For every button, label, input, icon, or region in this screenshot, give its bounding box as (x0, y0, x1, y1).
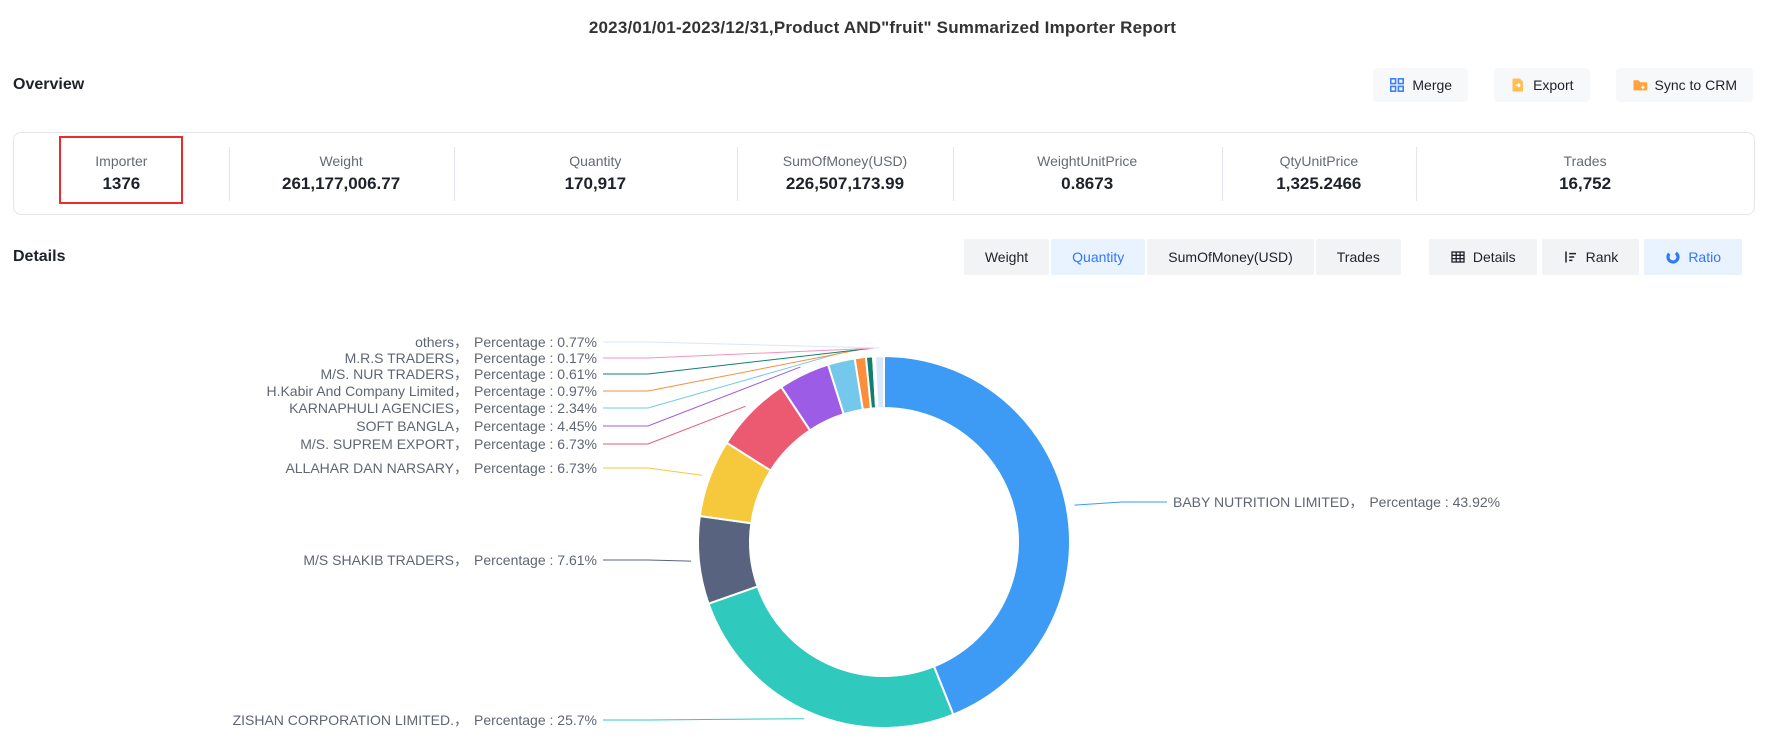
stat-label: SumOfMoney(USD) (783, 153, 907, 169)
chart-label-3: ALLAHAR DAN NARSARY，Percentage : 6.73% (285, 458, 597, 478)
stat-quantity: Quantity 170,917 (454, 133, 738, 214)
tab-details-label: Details (1473, 249, 1516, 265)
overview-header: Overview Merge Export Sync to CRM (13, 68, 1753, 102)
chart-label-4: M/S. SUPREM EXPORT，Percentage : 6.73% (300, 434, 597, 454)
importer-ratio-donut-chart: BABY NUTRITION LIMITED，Percentage : 43.9… (0, 280, 1765, 741)
tab-ratio-label: Ratio (1688, 249, 1721, 265)
label-line-3 (603, 468, 702, 475)
donut-chart-svg (0, 280, 1765, 741)
stat-qty-unit-price: QtyUnitPrice 1,325.2466 (1222, 133, 1417, 214)
label-line-2 (603, 560, 691, 561)
stat-value: 170,917 (565, 174, 626, 194)
sync-crm-icon (1632, 77, 1648, 93)
view-tab-group: Details Rank Ratio (1429, 239, 1742, 275)
tab-rank-label: Rank (1586, 249, 1619, 265)
donut-slice-zishan-corporation-limited[interactable] (709, 586, 954, 728)
export-icon (1510, 77, 1526, 93)
details-header: Details Weight Quantity SumOfMoney(USD) … (13, 239, 1742, 275)
stat-weight-unit-price: WeightUnitPrice 0.8673 (953, 133, 1222, 214)
donut-slice-m-s-shakib-traders[interactable] (698, 516, 758, 604)
label-line-1 (603, 719, 804, 720)
chart-label-5: SOFT BANGLA，Percentage : 4.45% (356, 416, 597, 436)
stat-trades: Trades 16,752 (1416, 133, 1754, 214)
merge-button-label: Merge (1412, 77, 1452, 93)
label-line-0 (1074, 502, 1167, 505)
donut-slice-others[interactable] (875, 356, 884, 408)
chart-label-0: BABY NUTRITION LIMITED，Percentage : 43.9… (1173, 492, 1500, 512)
export-button[interactable]: Export (1494, 68, 1589, 102)
chart-label-10: others，Percentage : 0.77% (415, 332, 597, 352)
tab-trades[interactable]: Trades (1316, 239, 1401, 275)
donut-icon (1665, 249, 1681, 265)
tab-quantity[interactable]: Quantity (1051, 239, 1145, 275)
stat-value: 226,507,173.99 (786, 174, 904, 194)
report-page: 2023/01/01-2023/12/31,Product AND"fruit"… (0, 0, 1765, 741)
merge-icon (1389, 77, 1405, 93)
stat-weight: Weight 261,177,006.77 (229, 133, 454, 214)
rank-icon (1563, 249, 1579, 265)
stat-sum-of-money: SumOfMoney(USD) 226,507,173.99 (737, 133, 953, 214)
export-button-label: Export (1533, 77, 1573, 93)
stat-value: 16,752 (1559, 174, 1611, 194)
tab-details-view[interactable]: Details (1429, 239, 1537, 275)
stat-label: Weight (319, 153, 362, 169)
stat-label: Trades (1564, 153, 1607, 169)
tab-ratio-view[interactable]: Ratio (1644, 239, 1742, 275)
stat-label: Importer (95, 153, 147, 169)
overview-heading: Overview (13, 76, 84, 94)
merge-button[interactable]: Merge (1373, 68, 1468, 102)
chart-label-6: KARNAPHULI AGENCIES，Percentage : 2.34% (289, 398, 597, 418)
stat-label: WeightUnitPrice (1037, 153, 1137, 169)
stat-value: 1,325.2466 (1276, 174, 1361, 194)
action-buttons: Merge Export Sync to CRM (1373, 68, 1753, 102)
sync-to-crm-button-label: Sync to CRM (1655, 77, 1737, 93)
tab-weight[interactable]: Weight (964, 239, 1049, 275)
chart-label-2: M/S SHAKIB TRADERS，Percentage : 7.61% (303, 550, 597, 570)
stat-value: 0.8673 (1061, 174, 1113, 194)
sync-to-crm-button[interactable]: Sync to CRM (1616, 68, 1753, 102)
stat-importer: Importer 1376 (14, 133, 229, 214)
stat-label: QtyUnitPrice (1280, 153, 1359, 169)
stat-value: 1376 (102, 174, 140, 194)
chart-label-1: ZISHAN CORPORATION LIMITED.，Percentage :… (233, 710, 597, 730)
stat-value: 261,177,006.77 (282, 174, 400, 194)
stat-label: Quantity (569, 153, 621, 169)
details-heading: Details (13, 248, 65, 266)
table-icon (1450, 249, 1466, 265)
overview-stats-card: Importer 1376 Weight 261,177,006.77 Quan… (13, 132, 1755, 215)
label-line-4 (603, 406, 745, 444)
tab-sum-of-money[interactable]: SumOfMoney(USD) (1147, 239, 1313, 275)
tab-rank-view[interactable]: Rank (1542, 239, 1640, 275)
label-line-10 (603, 342, 879, 348)
page-title: 2023/01/01-2023/12/31,Product AND"fruit"… (0, 0, 1765, 38)
metric-tab-group: Weight Quantity SumOfMoney(USD) Trades (964, 239, 1401, 275)
donut-slice-baby-nutrition-limited[interactable] (884, 356, 1070, 715)
chart-label-7: H.Kabir And Company Limited，Percentage :… (266, 381, 597, 401)
